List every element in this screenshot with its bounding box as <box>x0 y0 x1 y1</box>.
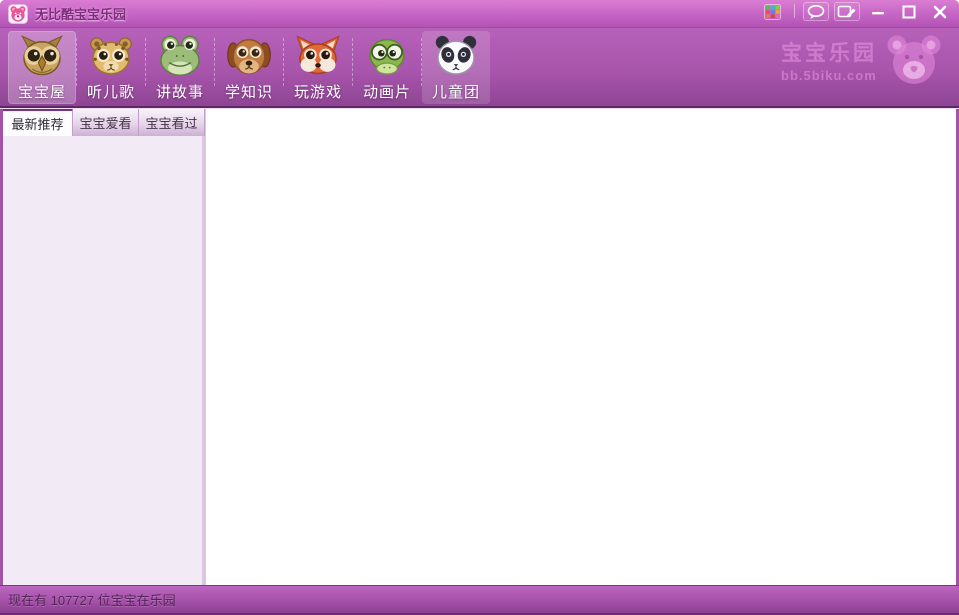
nav-item-knowledge[interactable]: 学知识 <box>215 31 283 104</box>
brand-watermark: 宝宝乐园 bb.5biku.com <box>781 32 945 88</box>
body-row: 最新推荐 宝宝爱看 宝宝看过 <box>0 108 959 585</box>
close-button[interactable] <box>927 2 953 21</box>
content-area <box>206 108 956 585</box>
tab-watched[interactable]: 宝宝看过 <box>139 108 205 136</box>
app-bear-icon <box>8 4 28 24</box>
owl-icon <box>18 34 66 78</box>
watermark-title: 宝宝乐园 <box>781 37 877 67</box>
skin-button[interactable] <box>760 2 786 21</box>
titlebar-separator <box>794 4 795 18</box>
nav-item-cartoons[interactable]: 动画片 <box>353 31 421 104</box>
nav-item-kids-club[interactable]: 儿童团 <box>422 31 490 104</box>
sidebar-list-area <box>3 136 202 585</box>
nav-item-songs[interactable]: 听儿歌 <box>77 31 145 104</box>
main-toolbar: 宝宝屋 听儿歌 讲故事 学知识 玩游戏 动画片 儿童团 <box>0 28 959 108</box>
app-window: 无比酷宝宝乐园 宝宝屋 听儿歌 讲故事 学知识 <box>0 0 959 615</box>
minimize-button[interactable] <box>865 2 891 21</box>
leopard-icon <box>87 34 135 78</box>
window-title: 无比酷宝宝乐园 <box>35 4 126 23</box>
titlebar-controls <box>760 0 953 27</box>
feedback-button[interactable] <box>834 2 860 21</box>
sidebar-tabs: 最新推荐 宝宝爱看 宝宝看过 <box>3 108 202 136</box>
nav-item-baby-house[interactable]: 宝宝屋 <box>8 31 76 104</box>
online-count-text: 现在有 107727 位宝宝在乐园 <box>8 590 176 609</box>
nav-label: 动画片 <box>363 81 411 102</box>
nav-label: 儿童团 <box>432 81 480 102</box>
titlebar: 无比酷宝宝乐园 <box>0 0 959 28</box>
tab-favorites[interactable]: 宝宝爱看 <box>73 108 139 136</box>
dog-icon <box>225 34 273 78</box>
fox-icon <box>294 34 342 78</box>
statusbar: 现在有 107727 位宝宝在乐园 <box>0 585 959 615</box>
watermark-url: bb.5biku.com <box>781 68 877 83</box>
chat-button[interactable] <box>803 2 829 21</box>
sidebar: 最新推荐 宝宝爱看 宝宝看过 <box>3 108 206 585</box>
nav-item-games[interactable]: 玩游戏 <box>284 31 352 104</box>
maximize-button[interactable] <box>896 2 922 21</box>
duck-icon <box>363 34 411 78</box>
bear-logo-icon <box>883 32 945 88</box>
nav-label: 学知识 <box>225 81 273 102</box>
nav-label: 玩游戏 <box>294 81 342 102</box>
tab-latest[interactable]: 最新推荐 <box>3 108 73 136</box>
frog-icon <box>156 34 204 78</box>
nav-label: 听儿歌 <box>87 81 135 102</box>
nav-label: 宝宝屋 <box>18 81 66 102</box>
nav-item-stories[interactable]: 讲故事 <box>146 31 214 104</box>
nav-label: 讲故事 <box>156 81 204 102</box>
panda-icon <box>432 34 480 78</box>
